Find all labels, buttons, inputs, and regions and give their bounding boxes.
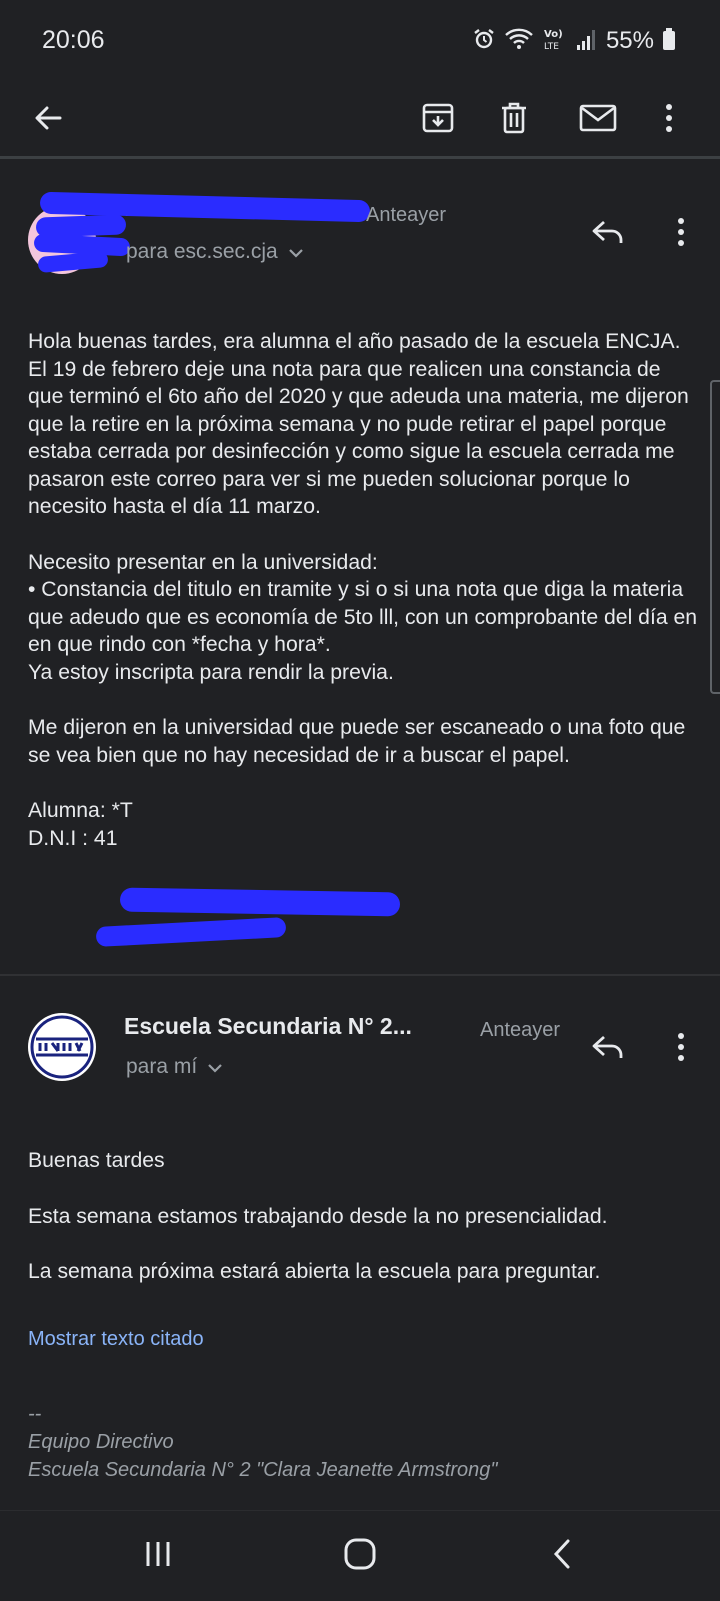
- message-date: Anteayer: [480, 1019, 561, 1041]
- archive-button[interactable]: [414, 96, 462, 144]
- more-vert-icon: [665, 103, 673, 138]
- alarm-icon: [472, 27, 496, 56]
- body-paragraph: Me dijeron en la universidad que puede s…: [28, 716, 686, 767]
- body-paragraph: La semana próxima estará abierta la escu…: [28, 1260, 601, 1283]
- recipient-label: para mí: [126, 1055, 198, 1078]
- mail-icon: [579, 103, 617, 138]
- reply-icon: [591, 218, 625, 251]
- recipient-toggle[interactable]: para esc.sec.cja: [126, 240, 304, 264]
- system-nav-bar: [0, 1510, 720, 1601]
- message-separator: [0, 974, 720, 976]
- message-more-button[interactable]: [666, 1025, 696, 1073]
- battery-icon: [662, 27, 676, 56]
- signature-line: Escuela Secundaria N° 2 "Clara Jeanette …: [28, 1459, 498, 1481]
- home-icon: [343, 1537, 377, 1576]
- trash-icon: [498, 101, 530, 140]
- recents-icon: [143, 1540, 173, 1573]
- back-arrow-icon: [32, 102, 64, 139]
- signature-name: Alumna: *T: [28, 799, 133, 822]
- status-time: 20:06: [42, 26, 105, 54]
- school-logo-avatar: [28, 1013, 96, 1081]
- back-nav-button[interactable]: [532, 1531, 592, 1581]
- home-button[interactable]: [330, 1531, 390, 1581]
- recipient-label: para esc.sec.cja: [126, 240, 278, 263]
- chevron-left-icon: [552, 1538, 572, 1575]
- signature-line: --: [28, 1403, 42, 1425]
- more-vert-icon: [677, 1032, 685, 1067]
- delete-button[interactable]: [490, 96, 538, 144]
- reply-icon: [591, 1033, 625, 1066]
- status-bar: 20:06 Vo) LTE 55%: [0, 0, 720, 84]
- body-paragraph: Hola buenas tardes, era alumna el año pa…: [28, 330, 689, 518]
- scroll-handle[interactable]: [710, 380, 720, 694]
- chevron-down-icon: [207, 1055, 223, 1079]
- message-2-body: Buenas tardes Esta semana estamos trabaj…: [28, 1147, 698, 1314]
- signature-dni: D.N.I : 41: [28, 826, 118, 850]
- svg-text:LTE: LTE: [544, 42, 559, 52]
- message-1-header[interactable]: ...dana Cordoba Anteayer para esc.sec.cj…: [0, 190, 720, 290]
- svg-text:Vo): Vo): [544, 29, 563, 40]
- chevron-down-icon: [288, 240, 304, 264]
- reply-button[interactable]: [584, 1025, 632, 1073]
- signal-icon: [576, 27, 598, 56]
- mark-unread-button[interactable]: [574, 96, 622, 144]
- wifi-icon: [504, 27, 534, 56]
- message-more-button[interactable]: [666, 210, 696, 258]
- show-quoted-text-link[interactable]: Mostrar texto citado: [28, 1328, 204, 1351]
- archive-icon: [421, 101, 455, 140]
- body-paragraph: Buenas tardes: [28, 1149, 165, 1172]
- message-1-body: Hola buenas tardes, era alumna el año pa…: [28, 328, 698, 852]
- top-toolbar: [0, 84, 720, 156]
- status-icons: Vo) LTE 55%: [472, 24, 676, 58]
- recents-button[interactable]: [128, 1531, 188, 1581]
- signature-line: Equipo Directivo: [28, 1431, 174, 1453]
- battery-percent: 55%: [605, 27, 654, 54]
- back-button[interactable]: [24, 96, 72, 144]
- message-2-header[interactable]: Escuela Secundaria N° 2... Anteayer para…: [0, 1005, 720, 1105]
- message-date: Anteayer: [366, 204, 447, 226]
- volte-icon: Vo) LTE: [542, 26, 568, 57]
- more-vert-icon: [677, 217, 685, 252]
- sender-name: Escuela Secundaria N° 2...: [124, 1013, 412, 1039]
- body-paragraph: Necesito presentar en la universidad: • …: [28, 550, 698, 684]
- redaction-mark: [119, 887, 401, 917]
- redaction-mark: [95, 917, 287, 947]
- recipient-toggle[interactable]: para mí: [126, 1055, 223, 1079]
- toolbar-divider: [0, 156, 720, 159]
- reply-button[interactable]: [584, 210, 632, 258]
- more-options-button[interactable]: [654, 96, 684, 144]
- body-paragraph: Esta semana estamos trabajando desde la …: [28, 1204, 608, 1228]
- signature-block: -- Equipo Directivo Escuela Secundaria N…: [28, 1400, 497, 1484]
